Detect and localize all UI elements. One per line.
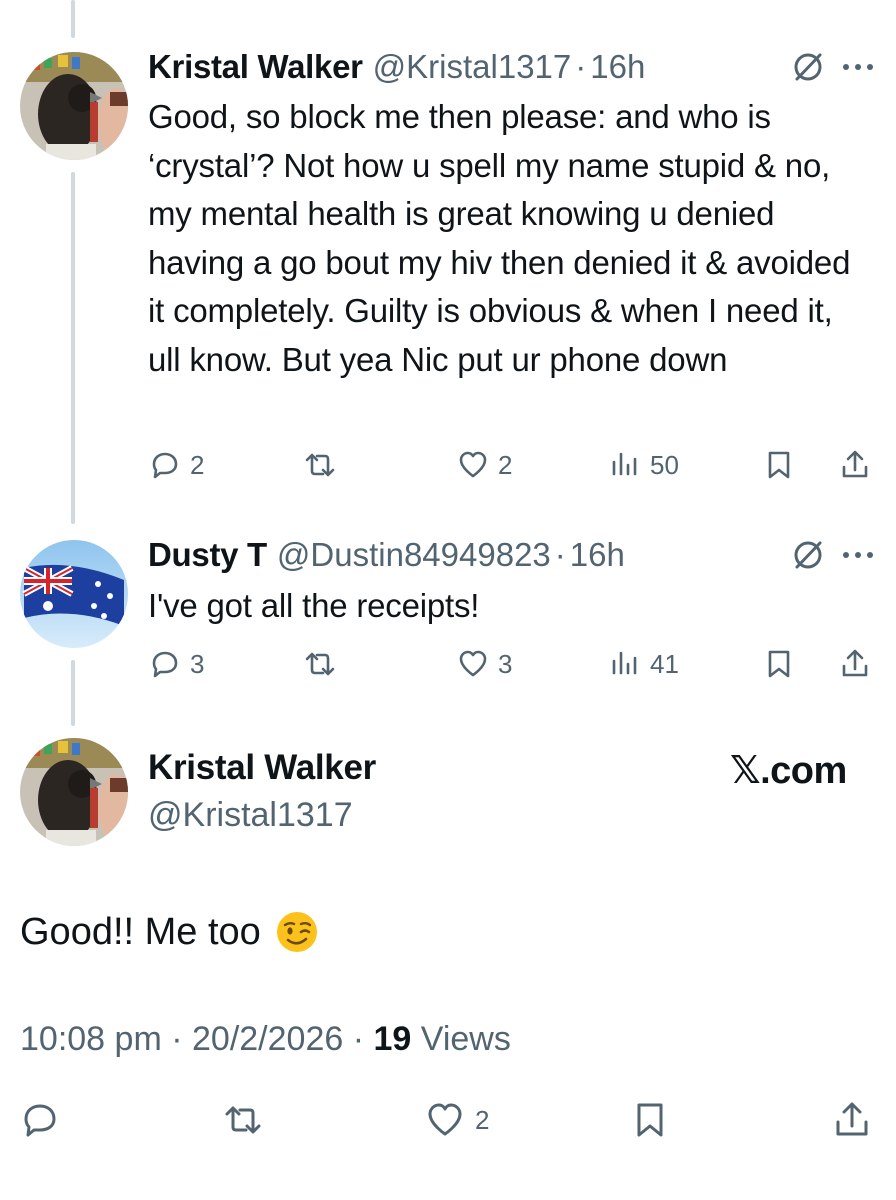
views-button[interactable]: 50 xyxy=(608,443,679,487)
retweet-button[interactable] xyxy=(303,443,337,487)
separator-dot: · xyxy=(575,48,587,85)
tweet-date[interactable]: 20/2/2026 xyxy=(192,1020,343,1058)
tweet-text: I've got all the receipts! xyxy=(148,587,480,624)
user-handle[interactable]: @Kristal1317 xyxy=(148,796,353,835)
reply-icon xyxy=(152,452,178,479)
retweet-icon xyxy=(305,652,335,676)
x-logo: 𝕏.com xyxy=(730,750,847,792)
retweet-icon xyxy=(305,453,335,477)
reply-button[interactable]: 3 xyxy=(148,642,204,686)
reply-count: 3 xyxy=(190,648,205,679)
like-button[interactable]: 2 xyxy=(425,1098,489,1142)
avatar-australian-flag xyxy=(20,540,128,648)
share-icon xyxy=(836,1102,868,1136)
view-count: 50 xyxy=(650,449,679,480)
tweet-header: Dusty T @Dustin84949823 · 16h xyxy=(148,533,625,577)
thread-line-top xyxy=(71,0,75,38)
retweet-button[interactable] xyxy=(223,1098,263,1142)
retweet-icon xyxy=(225,1106,261,1134)
retweet-button[interactable] xyxy=(303,642,337,686)
share-icon xyxy=(842,649,868,677)
heart-icon xyxy=(428,1103,462,1136)
tweet-text: Good!! Me too xyxy=(20,910,261,953)
grok-icon[interactable] xyxy=(788,47,828,87)
like-count: 3 xyxy=(498,648,513,679)
bookmark-button[interactable] xyxy=(762,642,796,686)
display-name[interactable]: Kristal Walker xyxy=(148,748,376,788)
display-name[interactable]: Kristal Walker xyxy=(148,48,363,86)
views-label: Views xyxy=(420,1020,511,1058)
more-options-icon[interactable] xyxy=(838,47,878,87)
like-button[interactable]: 2 xyxy=(456,443,512,487)
tweet-text: Good, so block me then please: and who i… xyxy=(148,98,851,378)
views-chart-icon xyxy=(612,452,637,476)
user-handle[interactable]: @Kristal1317 xyxy=(373,48,572,86)
user-handle[interactable]: @Dustin84949823 xyxy=(277,536,551,574)
share-button[interactable] xyxy=(838,642,872,686)
views-chart-icon xyxy=(612,651,637,675)
display-name[interactable]: Dusty T xyxy=(148,536,267,574)
separator-dot: · xyxy=(171,1020,183,1058)
like-count: 2 xyxy=(475,1104,490,1135)
avatar[interactable] xyxy=(20,738,128,846)
bookmark-button[interactable] xyxy=(762,443,796,487)
separator-dot: · xyxy=(554,536,566,573)
reply-icon xyxy=(24,1104,56,1137)
views-button[interactable]: 41 xyxy=(608,642,679,686)
winking-face-emoji xyxy=(276,912,317,952)
avatar[interactable] xyxy=(20,52,128,160)
share-icon xyxy=(842,450,868,478)
heart-icon xyxy=(459,650,487,677)
views-count: 19 xyxy=(373,1020,412,1058)
separator-dot: · xyxy=(352,1020,365,1058)
thread-line-1 xyxy=(71,172,75,524)
bookmark-button[interactable] xyxy=(630,1098,670,1142)
view-count: 41 xyxy=(650,648,679,679)
timestamp[interactable]: 16h xyxy=(590,48,645,86)
main-tweet-text-row: Good!! Me too xyxy=(20,910,319,954)
grok-icon[interactable] xyxy=(788,535,828,575)
bookmark-icon xyxy=(768,650,790,678)
share-button[interactable] xyxy=(838,443,872,487)
bookmark-icon xyxy=(637,1103,663,1137)
tweet-meta: 10:08 pm · 20/2/2026 · 19 Views xyxy=(20,1020,511,1059)
reply-button[interactable] xyxy=(20,1098,60,1142)
avatar-bird-photo xyxy=(20,738,128,846)
tweet-header: Kristal Walker @Kristal1317 · 16h xyxy=(148,45,645,89)
timestamp[interactable]: 16h xyxy=(570,536,625,574)
more-options-icon[interactable] xyxy=(838,535,878,575)
thread-line-2 xyxy=(71,660,75,726)
avatar-bird-photo xyxy=(20,52,128,160)
avatar[interactable] xyxy=(20,540,128,648)
heart-icon xyxy=(459,451,487,478)
like-button[interactable]: 3 xyxy=(456,642,512,686)
tweet-time[interactable]: 10:08 pm xyxy=(20,1020,162,1058)
reply-icon xyxy=(152,651,178,678)
like-count: 2 xyxy=(498,449,513,480)
reply-count: 2 xyxy=(190,449,205,480)
reply-button[interactable]: 2 xyxy=(148,443,204,487)
bookmark-icon xyxy=(768,451,790,479)
share-button[interactable] xyxy=(832,1098,872,1142)
